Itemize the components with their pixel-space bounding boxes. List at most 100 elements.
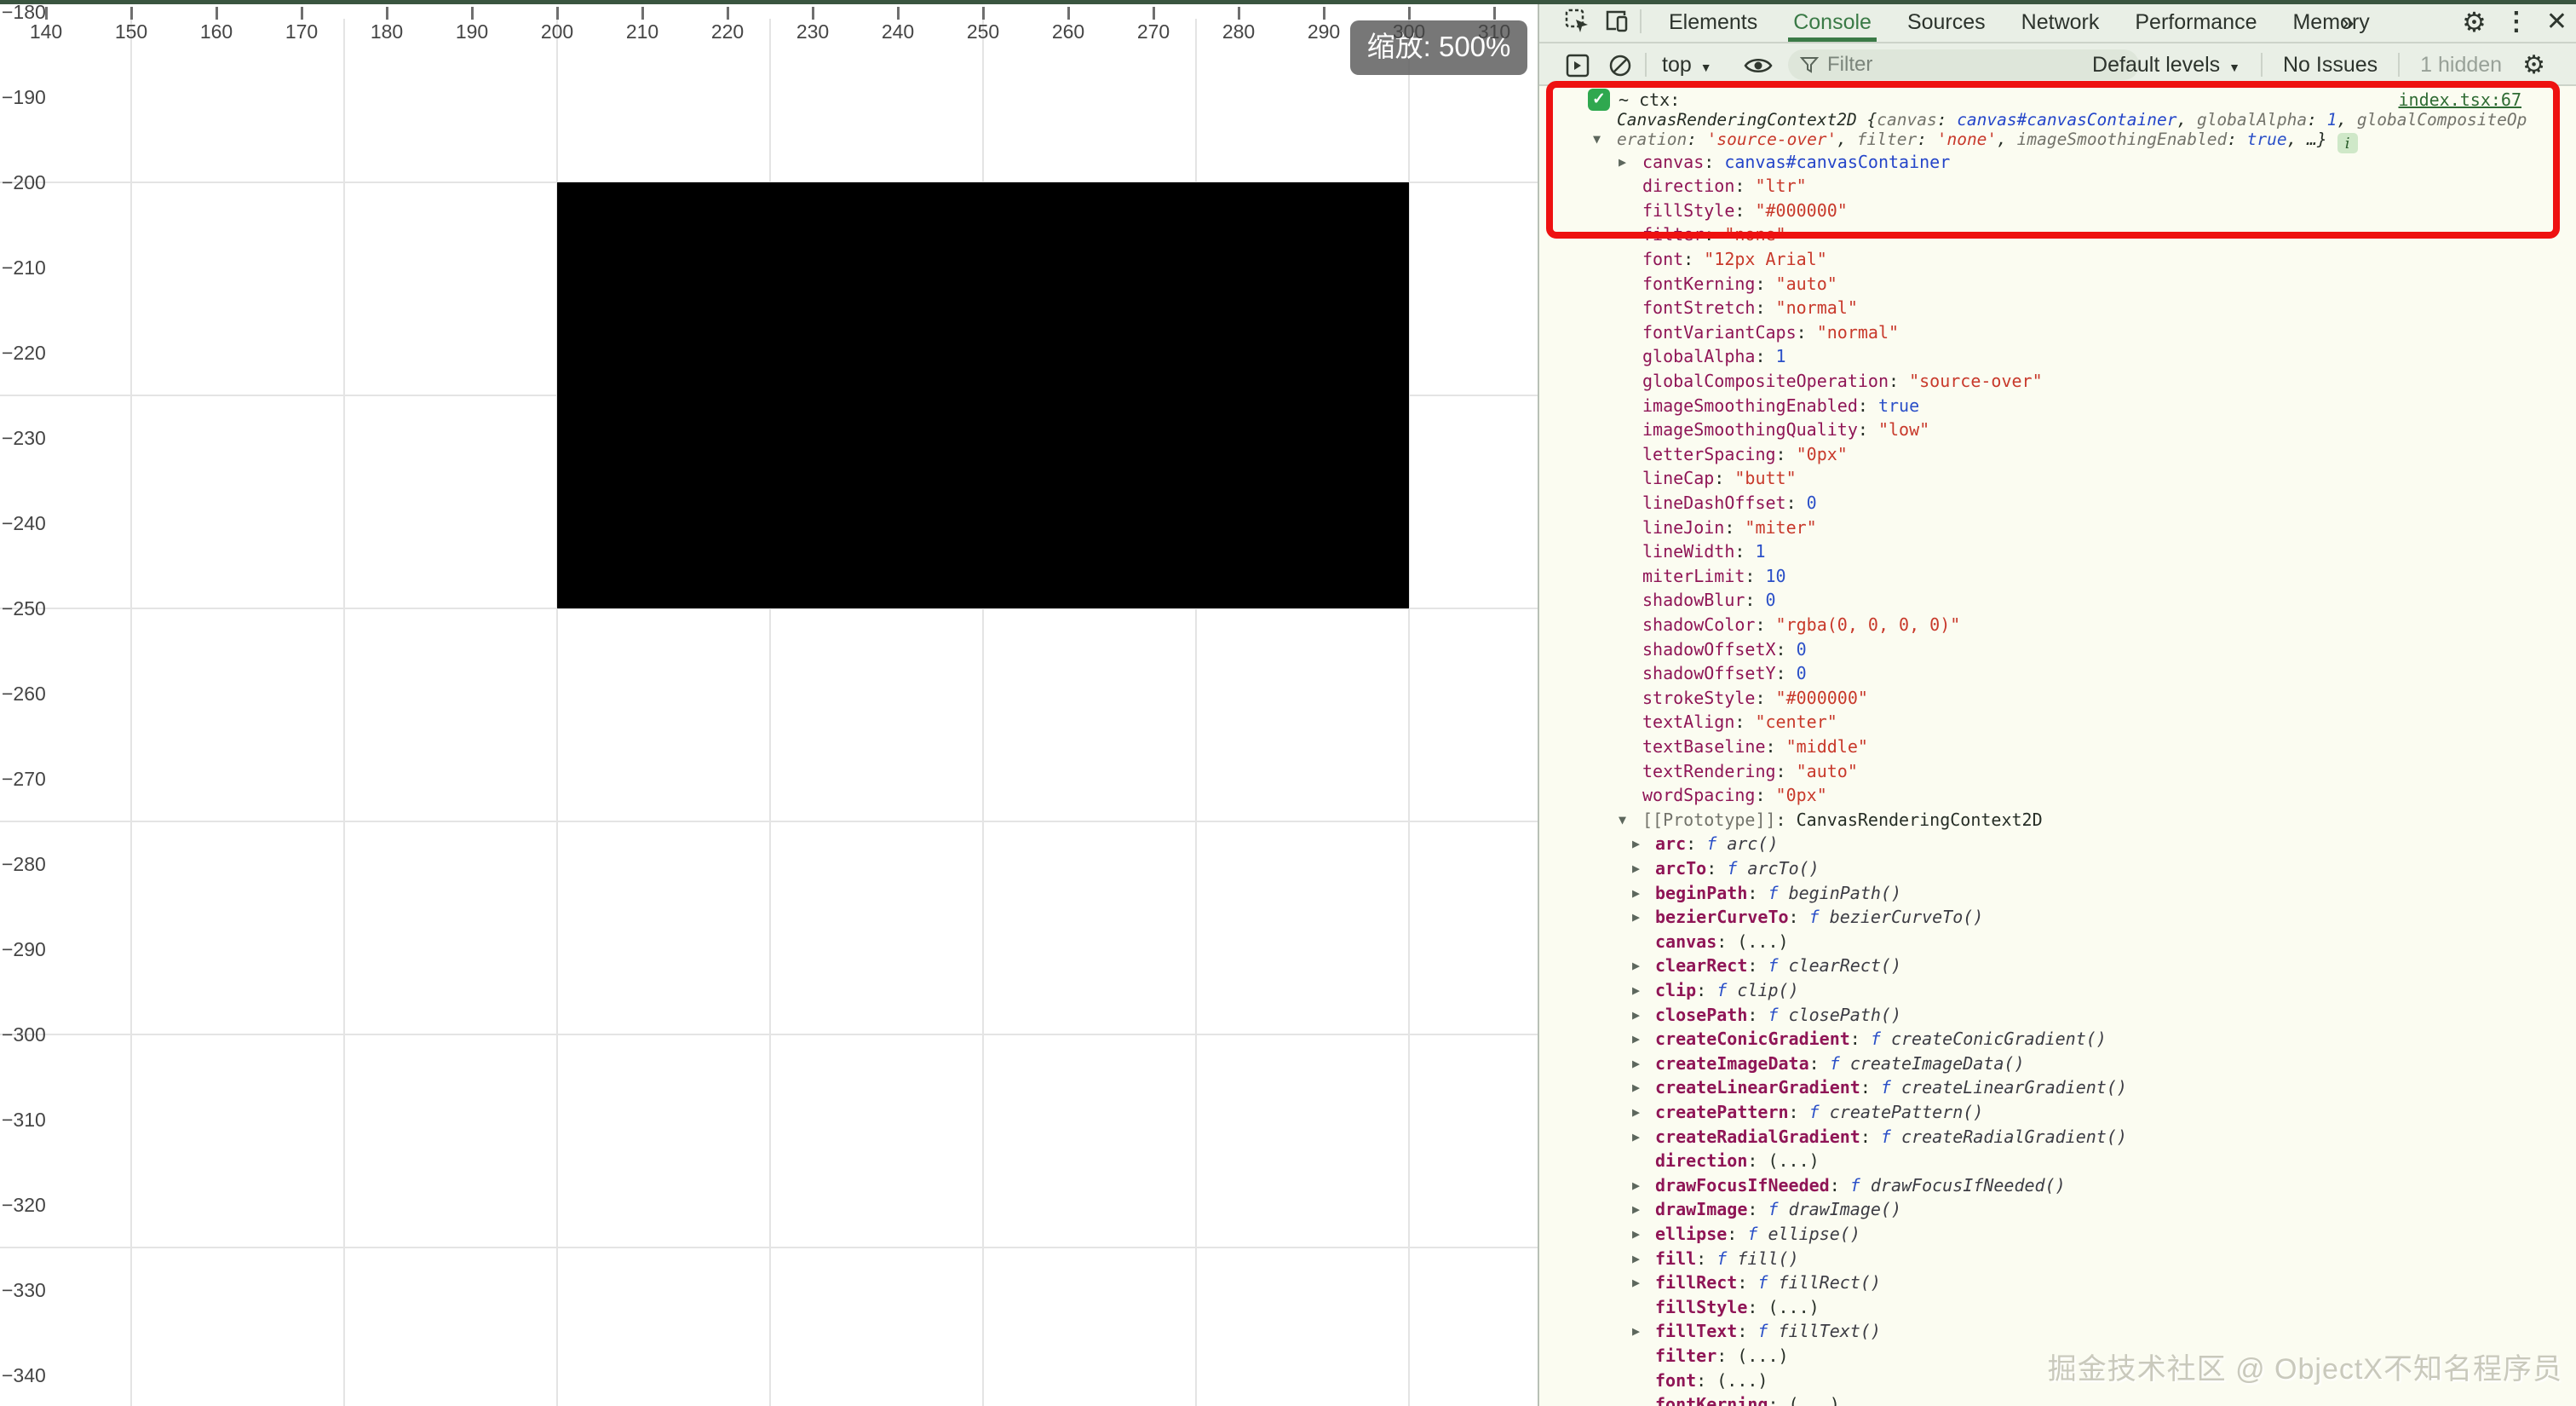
property-row[interactable]: wordSpacing: "0px" bbox=[1539, 783, 1827, 808]
filter-placeholder: Filter bbox=[1827, 53, 1872, 77]
prototype-property-row[interactable]: font: (...) bbox=[1539, 1369, 1768, 1393]
kebab-menu-icon[interactable]: ⋮ bbox=[2504, 7, 2529, 37]
prototype-property-row[interactable]: fillStyle: (...) bbox=[1539, 1295, 1820, 1320]
tab-sources[interactable]: Sources bbox=[1902, 0, 1991, 42]
console-toolbar-right: Default levels▼ No Issues 1 hidden ⚙ bbox=[2092, 43, 2545, 86]
gridline-vertical bbox=[130, 19, 132, 1406]
property-row[interactable]: shadowOffsetY: 0 bbox=[1539, 661, 1807, 686]
property-row[interactable]: miterLimit: 10 bbox=[1539, 564, 1786, 589]
prototype-property-row[interactable]: ▶fillRect: f fillRect() bbox=[1539, 1271, 1881, 1295]
property-row[interactable]: fontKerning: "auto" bbox=[1539, 272, 1837, 297]
property-row[interactable]: textAlign: "center" bbox=[1539, 710, 1837, 735]
prototype-property-row[interactable]: ▶fillText: f fillText() bbox=[1539, 1319, 1881, 1344]
prototype-property-row[interactable]: canvas: (...) bbox=[1539, 930, 1789, 954]
console-filter-input[interactable]: Filter bbox=[1788, 49, 2139, 80]
ruler-tick bbox=[1067, 7, 1070, 20]
property-row[interactable]: shadowColor: "rgba(0, 0, 0, 0)" bbox=[1539, 613, 1960, 637]
ruler-tick bbox=[386, 7, 388, 20]
execution-context-select[interactable]: top▼ bbox=[1662, 43, 1712, 86]
property-row[interactable]: lineWidth: 1 bbox=[1539, 539, 1766, 564]
device-toolbar-icon[interactable] bbox=[1604, 9, 1630, 34]
prototype-property-row[interactable]: ▶beginPath: f beginPath() bbox=[1539, 881, 1901, 906]
watermark-text: 掘金技术社区 @ ObjectX不知名程序员 bbox=[2048, 1345, 2562, 1387]
tab-performance[interactable]: Performance bbox=[2130, 0, 2262, 42]
ruler-tick bbox=[982, 7, 985, 20]
gridline-horizontal bbox=[0, 821, 1538, 822]
tab-console[interactable]: Console bbox=[1788, 0, 1877, 42]
property-row[interactable]: globalCompositeOperation: "source-over" bbox=[1539, 369, 2043, 394]
prototype-property-row[interactable]: ▶fill: f fill() bbox=[1539, 1247, 1799, 1271]
inspect-element-icon[interactable] bbox=[1565, 9, 1590, 34]
chevron-down-icon: ▼ bbox=[2228, 61, 2240, 74]
prototype-property-row[interactable]: ▶arc: f arc() bbox=[1539, 832, 1779, 856]
more-tabs-chevron[interactable]: » bbox=[2342, 0, 2354, 43]
console-settings-gear-icon[interactable]: ⚙ bbox=[2522, 50, 2545, 80]
prototype-property-row[interactable]: ▶arcTo: f arcTo() bbox=[1539, 856, 1820, 881]
console-sidebar-toggle-icon[interactable] bbox=[1565, 53, 1590, 78]
property-row[interactable]: letterSpacing: "0px" bbox=[1539, 442, 1848, 467]
prototype-property-row[interactable]: ▶clearRect: f clearRect() bbox=[1539, 954, 1901, 978]
ruler-label-left: −220 bbox=[2, 341, 46, 365]
prototype-property-row[interactable]: filter: (...) bbox=[1539, 1344, 1789, 1369]
prototype-property-row[interactable]: ▶createLinearGradient: f createLinearGra… bbox=[1539, 1075, 2127, 1100]
property-row[interactable]: fontVariantCaps: "normal" bbox=[1539, 320, 1899, 345]
property-row[interactable]: shadowOffsetX: 0 bbox=[1539, 637, 1807, 662]
ruler-label-top: 310 bbox=[1457, 20, 1532, 43]
property-row[interactable]: textRendering: "auto" bbox=[1539, 759, 1858, 784]
ruler-tick bbox=[812, 7, 814, 20]
close-devtools-icon[interactable]: ✕ bbox=[2546, 7, 2567, 37]
prototype-property-row[interactable]: ▶clip: f clip() bbox=[1539, 978, 1799, 1003]
tab-elements[interactable]: Elements bbox=[1664, 0, 1762, 42]
prototype-property-row[interactable]: ▶createRadialGradient: f createRadialGra… bbox=[1539, 1125, 2127, 1150]
prototype-property-row[interactable]: ▶createConicGradient: f createConicGradi… bbox=[1539, 1027, 2107, 1052]
prototype-property-row[interactable]: ▶drawImage: f drawImage() bbox=[1539, 1197, 1901, 1222]
prototype-property-row[interactable]: ▶createPattern: f createPattern() bbox=[1539, 1100, 1983, 1125]
ruler-label-top: 220 bbox=[690, 20, 765, 43]
canvas-workspace[interactable]: 1401501601701801902002102202302402502602… bbox=[0, 0, 1538, 1406]
console-toolbar: top▼ Filter Default levels▼ No Issues 1 … bbox=[1539, 43, 2576, 86]
ruler-label-top: 280 bbox=[1201, 20, 1276, 43]
prototype-property-row[interactable]: ▶bezierCurveTo: f bezierCurveTo() bbox=[1539, 905, 1983, 930]
property-row[interactable]: textBaseline: "middle" bbox=[1539, 735, 1868, 759]
ruler-label-top: 270 bbox=[1116, 20, 1191, 43]
ruler-label-left: −280 bbox=[2, 852, 46, 876]
ruler-label-top: 190 bbox=[434, 20, 509, 43]
prototype-property-row[interactable]: ▶drawFocusIfNeeded: f drawFocusIfNeeded(… bbox=[1539, 1173, 2066, 1198]
gridline-horizontal bbox=[0, 1247, 1538, 1248]
property-row[interactable]: lineCap: "butt" bbox=[1539, 466, 1797, 491]
property-row[interactable]: imageSmoothingEnabled: true bbox=[1539, 394, 1919, 418]
settings-gear-icon[interactable]: ⚙ bbox=[2462, 6, 2487, 38]
gridline-vertical bbox=[343, 19, 345, 1406]
ruler-label-left: −340 bbox=[2, 1363, 46, 1387]
property-row[interactable]: shadowBlur: 0 bbox=[1539, 588, 1776, 613]
property-row[interactable]: imageSmoothingQuality: "low" bbox=[1539, 418, 1929, 442]
issues-counter[interactable]: No Issues bbox=[2283, 53, 2378, 78]
prototype-property-row[interactable]: ▶ellipse: f ellipse() bbox=[1539, 1222, 1860, 1247]
property-row[interactable]: lineDashOffset: 0 bbox=[1539, 491, 1817, 516]
ruler-label-top: 250 bbox=[946, 20, 1021, 43]
ruler-tick bbox=[556, 7, 559, 20]
ruler-label-left: −320 bbox=[2, 1193, 46, 1217]
property-row[interactable]: font: "12px Arial" bbox=[1539, 247, 1827, 272]
log-levels-select[interactable]: Default levels▼ bbox=[2092, 53, 2240, 78]
clear-console-icon[interactable] bbox=[1607, 53, 1633, 78]
property-row[interactable]: globalAlpha: 1 bbox=[1539, 344, 1786, 369]
property-row[interactable]: fontStretch: "normal" bbox=[1539, 296, 1858, 320]
property-row[interactable]: lineJoin: "miter" bbox=[1539, 516, 1817, 540]
tab-memory[interactable]: Memory bbox=[2287, 0, 2374, 42]
prototype-property-row[interactable]: direction: (...) bbox=[1539, 1149, 1820, 1173]
live-expression-eye-icon[interactable] bbox=[1744, 55, 1773, 76]
tab-network[interactable]: Network bbox=[2016, 0, 2105, 42]
ruler-label-left: −230 bbox=[2, 426, 46, 450]
prototype-row[interactable]: ▼[[Prototype]]: CanvasRenderingContext2D bbox=[1539, 808, 2043, 833]
ruler-label-left: −200 bbox=[2, 170, 46, 194]
ruler-label-top: 290 bbox=[1286, 20, 1361, 43]
ruler-label-top: 140 bbox=[9, 20, 83, 43]
property-row[interactable]: strokeStyle: "#000000" bbox=[1539, 686, 1868, 711]
ruler-label-left: −240 bbox=[2, 511, 46, 535]
ruler-tick bbox=[641, 7, 644, 20]
prototype-property-row[interactable]: ▶createImageData: f createImageData() bbox=[1539, 1052, 2025, 1076]
chevron-down-icon: ▼ bbox=[1700, 61, 1712, 74]
prototype-property-row[interactable]: fontKerning: (...) bbox=[1539, 1392, 1840, 1406]
prototype-property-row[interactable]: ▶closePath: f closePath() bbox=[1539, 1003, 1901, 1028]
